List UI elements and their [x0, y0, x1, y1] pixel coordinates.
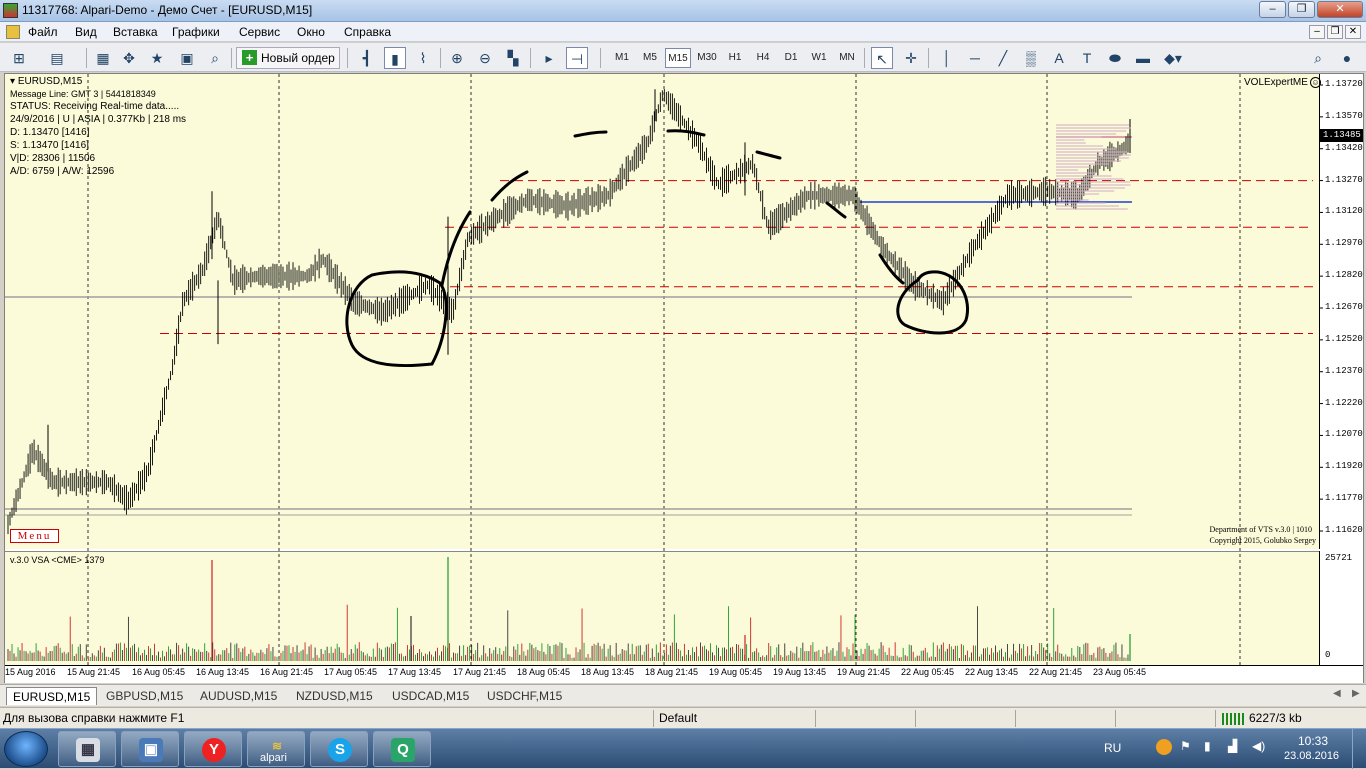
taskbar-alpari[interactable]: ≋ alpari — [247, 731, 305, 767]
tab-eurusd[interactable]: EURUSD,M15 — [6, 687, 98, 705]
time-tick-label: 18 Aug 13:45 — [581, 667, 635, 677]
expert-name: VOLExpertME — [1244, 77, 1308, 88]
info-line: S: 1.13470 [1416] — [10, 140, 89, 151]
indicator-menu-button[interactable]: Menu — [10, 529, 59, 543]
clock-time[interactable]: 10:33 — [1298, 734, 1328, 748]
price-tick-label: 1.12820 — [1325, 270, 1363, 281]
language-indicator[interactable]: RU — [1104, 741, 1121, 755]
info-line: STATUS: Receiving Real-time data..... — [10, 101, 180, 112]
current-price-label: 1.13485 — [1320, 129, 1363, 142]
volume-max-label: 25721 — [1325, 553, 1353, 563]
time-tick-label: 22 Aug 13:45 — [965, 667, 1019, 677]
time-tick-label: 18 Aug 21:45 — [645, 667, 699, 677]
time-tick-label: 18 Aug 05:45 — [517, 667, 571, 677]
alpari-label: alpari — [260, 752, 287, 764]
time-tick-label: 19 Aug 05:45 — [709, 667, 763, 677]
volume-icon[interactable]: ◀) — [1252, 739, 1265, 753]
calculator-icon: ▦ — [76, 738, 100, 762]
tab-audusd[interactable]: AUDUSD,M15 — [194, 687, 283, 705]
volume-min-label: 0 — [1325, 650, 1331, 660]
clock-date[interactable]: 23.08.2016 — [1284, 750, 1339, 762]
help-hint: Для вызова справки нажмите F1 — [3, 711, 185, 725]
tab-nzdusd[interactable]: NZDUSD,M15 — [290, 687, 379, 705]
price-tick-label: 1.13270 — [1325, 174, 1363, 185]
taskbar-skype[interactable]: S — [310, 731, 368, 767]
time-tick-label: 17 Aug 21:45 — [453, 667, 507, 677]
tray-app-icon[interactable] — [1156, 739, 1172, 755]
price-tick-label: 1.11620 — [1325, 525, 1363, 535]
symbol-header: ▾ EURUSD,M15 — [10, 76, 83, 87]
time-tick-label: 22 Aug 21:45 — [1029, 667, 1083, 677]
traffic-counter: 6227/3 kb — [1249, 711, 1302, 725]
time-tick-label: 19 Aug 13:45 — [773, 667, 827, 677]
info-line: A/D: 6759 | A/W: 12596 — [10, 166, 115, 177]
symbol-header-text: EURUSD,M15 — [17, 76, 83, 87]
start-button[interactable] — [4, 731, 48, 767]
price-tick-label: 1.12070 — [1325, 429, 1363, 440]
tab-gbpusd[interactable]: GBPUSD,M15 — [100, 687, 189, 705]
price-tick-label: 1.13420 — [1325, 142, 1363, 153]
annotation-stroke — [666, 129, 706, 137]
network-icon[interactable]: ▟ — [1228, 739, 1237, 753]
indicator-credit: Department of VTS v.3.0 | 1010 — [1209, 525, 1312, 534]
price-tick-label: 1.13120 — [1325, 206, 1363, 217]
price-tick-label: 1.13570 — [1325, 110, 1363, 121]
connection-bars-icon[interactable] — [1222, 713, 1244, 725]
price-tick-label: 1.12520 — [1325, 333, 1363, 344]
computer-icon: ▣ — [139, 738, 163, 762]
expert-advisor-label[interactable]: VOLExpertME ☺ — [1244, 77, 1321, 88]
volume-indicator-label: v.3.0 VSA <CME> 1379 — [10, 555, 105, 565]
info-line: V|D: 28306 | 11506 — [10, 153, 96, 164]
price-tick-label: 1.12370 — [1325, 365, 1363, 376]
tab-usdcad[interactable]: USDCAD,M15 — [386, 687, 475, 705]
chart-canvas — [5, 74, 1323, 665]
chart-tabs-bar: EURUSD,M15 GBPUSD,M15 AUDUSD,M15 NZDUSD,… — [0, 684, 1366, 706]
time-tick-label: 16 Aug 13:45 — [196, 667, 250, 677]
tab-scroll-left-icon[interactable]: ◀ — [1333, 688, 1341, 699]
time-tick-label: 19 Aug 21:45 — [837, 667, 891, 677]
annotation-stroke — [573, 130, 608, 138]
annotation-stroke — [825, 201, 847, 219]
price-tick-label: 1.12220 — [1325, 397, 1363, 408]
flag-icon[interactable]: ⚑ — [1180, 739, 1191, 753]
skype-icon: S — [328, 738, 352, 762]
status-bar: Для вызова справки нажмите F1 Default 62… — [0, 707, 1366, 728]
info-line: D: 1.13470 [1416] — [10, 127, 90, 138]
indicator-copyright: Copyright 2015, Golubko Sergey — [1209, 536, 1316, 545]
time-tick-label: 16 Aug 05:45 — [132, 667, 186, 677]
annotation-stroke — [755, 150, 782, 160]
taskbar-qip[interactable]: Q — [373, 731, 431, 767]
taskbar-calculator[interactable]: ▦ — [58, 731, 116, 767]
time-tick-label: 16 Aug 21:45 — [260, 667, 314, 677]
price-tick-label: 1.12970 — [1325, 238, 1363, 249]
time-tick-label: 17 Aug 13:45 — [388, 667, 442, 677]
profile-name[interactable]: Default — [659, 711, 697, 725]
smiley-icon: ☺ — [1309, 77, 1321, 88]
annotation-circle — [896, 270, 969, 335]
battery-icon[interactable]: ▮ — [1204, 739, 1211, 753]
taskbar-explorer[interactable]: ▣ — [121, 731, 179, 767]
show-desktop-button[interactable] — [1352, 729, 1366, 769]
windows-taskbar: ▦ ▣ Y ≋ alpari S Q RU ⚑ ▮ ▟ ◀) 10:33 23.… — [0, 728, 1366, 769]
info-line: Message Line: GMT 3 | 5441818349 — [10, 89, 156, 99]
price-tick-label: 1.11770 — [1325, 493, 1363, 504]
time-tick-label: 23 Aug 05:45 — [1093, 667, 1147, 677]
taskbar-yandex[interactable]: Y — [184, 731, 242, 767]
time-tick-label: 15 Aug 21:45 — [67, 667, 121, 677]
yandex-icon: Y — [202, 738, 226, 762]
price-tick-label: 1.13720 — [1325, 79, 1363, 89]
time-tick-label: 22 Aug 05:45 — [901, 667, 955, 677]
tab-scroll-right-icon[interactable]: ▶ — [1352, 688, 1360, 699]
time-tick-label: 17 Aug 05:45 — [324, 667, 378, 677]
tab-usdchf[interactable]: USDCHF,M15 — [481, 687, 568, 705]
info-line: 24/9/2016 | U | ASIA | 0.377Kb | 218 ms — [10, 114, 187, 125]
price-tick-label: 1.12670 — [1325, 302, 1363, 312]
price-tick-label: 1.11920 — [1325, 461, 1363, 472]
qip-icon: Q — [391, 738, 415, 762]
time-tick-label: 15 Aug 2016 — [5, 667, 56, 677]
